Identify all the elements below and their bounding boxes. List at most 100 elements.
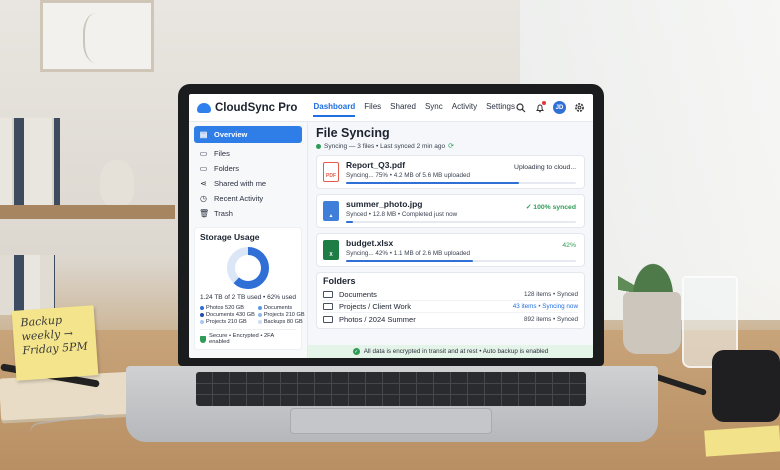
folder-name: Projects / Client Work <box>339 302 411 311</box>
earbuds-case <box>712 350 780 422</box>
avatar[interactable]: JD <box>553 101 566 114</box>
nav-dashboard[interactable]: Dashboard <box>313 98 356 117</box>
sync-status-text: Syncing — 3 files • Last synced 2 min ag… <box>324 142 446 150</box>
gear-icon[interactable] <box>574 102 585 113</box>
folder-status: 43 items • Syncing now <box>512 303 578 310</box>
file-meta: Synced • 12.8 MB • Completed just now <box>346 211 458 218</box>
sidebar-item-label: Recent Activity <box>214 194 264 203</box>
storage-donut <box>200 245 296 291</box>
progress-track <box>346 259 576 262</box>
bell-icon[interactable] <box>534 101 546 113</box>
legend-item: Documents 430 GB <box>200 312 255 318</box>
legend-item: Backups 80 GB <box>257 319 305 325</box>
nav-settings[interactable]: Settings <box>486 98 515 117</box>
top-icons: JD <box>515 101 585 114</box>
folder-name: Photos / 2024 Summer <box>339 314 416 324</box>
legend-item: Photos 520 GB <box>200 305 255 311</box>
wall-art <box>40 0 154 72</box>
progress-fill <box>346 259 473 262</box>
nav-shared[interactable]: Shared <box>390 98 416 117</box>
encryption-text: All data is encrypted in transit and at … <box>363 348 549 355</box>
legend-label: Documents 430 GB <box>206 312 255 318</box>
sidebar-item-label: Trash <box>214 209 233 218</box>
sidebar-item-shared[interactable]: ⋖ Shared with me <box>194 176 302 191</box>
cloud-icon <box>197 102 211 113</box>
brand[interactable]: CloudSync Pro <box>197 102 313 114</box>
nav-activity[interactable]: Activity <box>452 98 477 117</box>
file-meta: Syncing... 75% • 4.2 MB of 5.6 MB upload… <box>346 172 471 179</box>
sticky-note-pad <box>704 425 780 457</box>
main-nav: Dashboard Files Shared Sync Activity Set… <box>313 98 515 117</box>
file-card[interactable]: X budget.xlsx Syncing... 42% • 1.1 MB of… <box>316 233 585 267</box>
sidebar-item-label: Folders <box>214 164 240 173</box>
sidebar-item-recent-activity[interactable]: ◷ Recent Activity <box>194 191 302 206</box>
legend-dot <box>257 313 262 317</box>
notification-dot <box>542 101 546 105</box>
storage-panel: Storage Usage 1.24 TB of 2 TB used • 62%… <box>194 227 305 350</box>
progress-fill <box>346 220 353 223</box>
security-text: Secure • Encrypted • 2FA enabled <box>208 333 274 345</box>
storage-donut-chart <box>227 247 269 289</box>
trackpad <box>290 408 492 434</box>
search-icon[interactable] <box>515 102 526 113</box>
folder-icon <box>323 315 333 323</box>
sidebar: ▤ Overview ▭ Files ▭ Folders ⋖ Shared wi… <box>189 122 308 358</box>
file-card[interactable]: ▲ summer_photo.jpg Synced • 12.8 MB • Co… <box>316 194 585 228</box>
bookshelf-books <box>0 118 60 206</box>
sidebar-item-trash[interactable]: 🗑 Trash <box>194 206 302 221</box>
spreadsheet-file-icon: X <box>323 240 339 260</box>
legend-item: Documents <box>257 305 305 311</box>
sidebar-item-files[interactable]: ▭ Files <box>194 146 302 161</box>
progress-fill <box>346 181 519 184</box>
plant <box>618 240 688 296</box>
bookshelf-books-lower <box>0 255 55 315</box>
share-icon: ⋖ <box>200 179 207 188</box>
legend-item: Projects 210 GB <box>200 319 255 325</box>
refresh-icon[interactable]: ⟳ <box>448 142 454 150</box>
folders-title: Folders <box>323 276 356 286</box>
keyboard <box>196 372 586 406</box>
file-state: 42% <box>562 242 576 249</box>
sticky-note: Backup weekly → Friday 5PM <box>11 305 99 381</box>
security-status: Secure • Encrypted • 2FA enabled <box>200 329 296 345</box>
image-file-icon: ▲ <box>323 201 339 221</box>
app-body: ▤ Overview ▭ Files ▭ Folders ⋖ Shared wi… <box>189 122 593 358</box>
folder-status: 892 items • Synced <box>523 315 578 323</box>
folder-row[interactable]: Documents 128 items • Synced <box>323 289 578 301</box>
sidebar-item-folders[interactable]: ▭ Folders <box>194 161 302 176</box>
legend-label: Photos 520 GB <box>206 305 244 311</box>
sidebar-item-label: Overview <box>214 130 248 139</box>
legend-dot <box>257 320 262 324</box>
page-title: File Syncing <box>316 126 390 140</box>
nav-sync[interactable]: Sync <box>425 98 443 117</box>
folder-row[interactable]: Photos / 2024 Summer 892 items • Synced <box>323 313 578 325</box>
file-icon: ▭ <box>199 149 208 158</box>
overview-icon: ▤ <box>199 130 208 139</box>
trash-icon: 🗑 <box>199 209 210 218</box>
legend-label: Projects 210 GB <box>263 312 305 318</box>
folder-icon: ▭ <box>199 164 208 173</box>
legend-label: Backups 80 GB <box>263 319 303 325</box>
folder-row[interactable]: Projects / Client Work 43 items • Syncin… <box>323 301 578 313</box>
file-state: Uploading to cloud... <box>514 164 576 171</box>
file-name: budget.xlsx <box>346 238 394 248</box>
folder-icon <box>323 291 333 298</box>
plant-pot <box>623 292 681 354</box>
progress-track <box>346 220 576 223</box>
check-icon: ✓ <box>352 348 360 355</box>
clock-icon: ◷ <box>200 194 207 203</box>
folders-panel: Folders Documents 128 items • Synced Pro… <box>316 272 585 329</box>
folder-status: 128 items • Synced <box>523 291 578 298</box>
status-dot <box>316 143 321 149</box>
sidebar-item-overview[interactable]: ▤ Overview <box>194 126 302 143</box>
nav-files[interactable]: Files <box>364 98 381 117</box>
legend-item: Projects 210 GB <box>257 312 305 318</box>
file-card[interactable]: PDF Report_Q3.pdf Syncing... 75% • 4.2 M… <box>316 155 585 189</box>
storage-summary: 1.24 TB of 2 TB used • 62% used <box>200 294 296 301</box>
folder-icon <box>323 303 333 310</box>
top-bar: CloudSync Pro Dashboard Files Shared Syn… <box>189 94 593 122</box>
legend-dot <box>200 320 204 324</box>
legend-label: Projects 210 GB <box>206 319 247 325</box>
file-info: budget.xlsx Syncing... 42% • 1.1 MB of 2… <box>346 238 578 257</box>
app-screen: CloudSync Pro Dashboard Files Shared Syn… <box>189 94 593 358</box>
